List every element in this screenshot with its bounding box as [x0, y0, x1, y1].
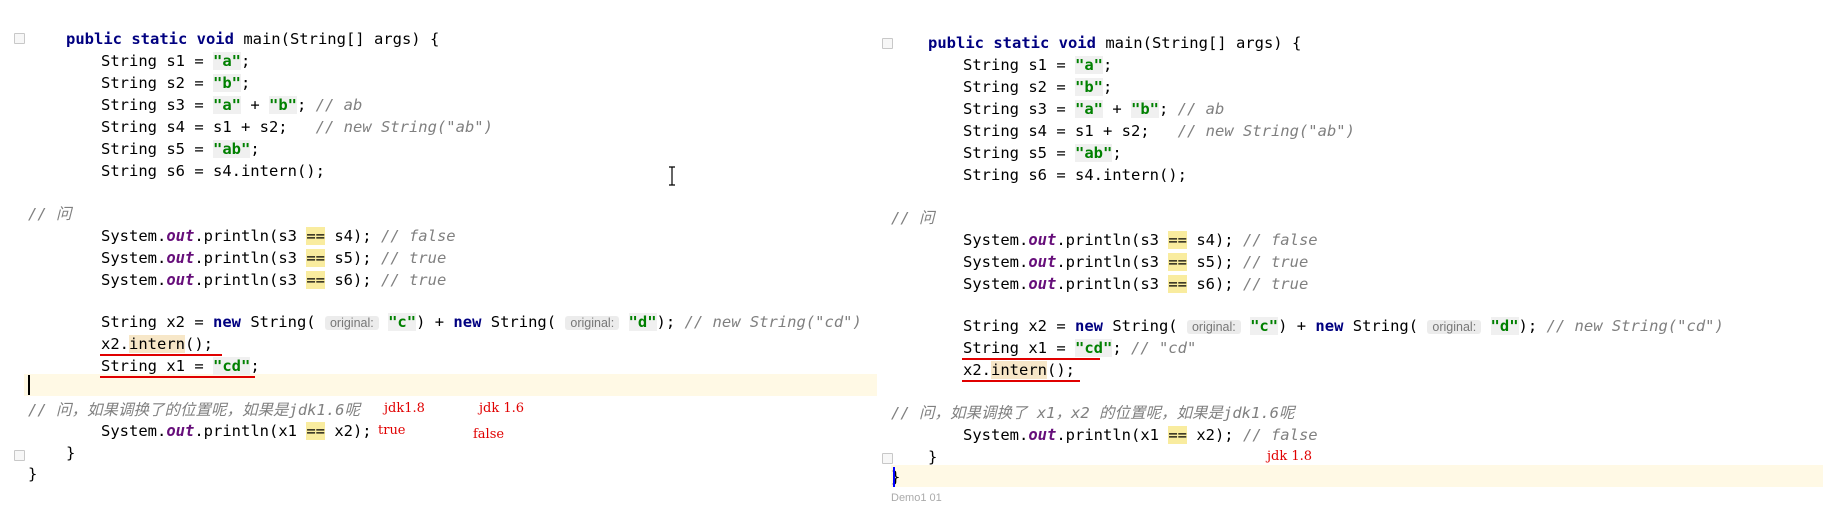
code-line[interactable]: String s3 = "a" + "b"; // ab [963, 98, 1224, 120]
code-line[interactable]: System.out.println(s3 == s6); // true [101, 269, 446, 291]
code-line[interactable]: x2.intern(); [963, 359, 1075, 381]
red-underline [962, 380, 1080, 382]
text-cursor-icon [669, 166, 675, 186]
code-comment-line[interactable]: // 问，如果调换了的位置呢，如果是jdk1.6呢 [28, 399, 360, 421]
code-line[interactable]: System.out.println(s3 == s4); // false [963, 229, 1318, 251]
code-line[interactable]: String s6 = s4.intern(); [963, 164, 1187, 186]
code-line[interactable]: String x2 = new String( original: "c") +… [963, 315, 1724, 337]
code-line[interactable]: System.out.println(s3 == s5); // true [101, 247, 446, 269]
code-comment-line[interactable]: // 问 [891, 207, 935, 229]
fold-icon[interactable] [14, 450, 25, 461]
code-line[interactable]: public static void main(String[] args) { [928, 32, 1301, 54]
text-caret [28, 375, 30, 395]
code-line[interactable]: String s4 = s1 + s2; // new String("ab") [101, 116, 493, 138]
fold-icon[interactable] [882, 38, 893, 49]
code-line[interactable]: String s1 = "a"; [101, 50, 250, 72]
code-line[interactable]: System.out.println(x1 == x2); [101, 420, 372, 442]
code-comment-line[interactable]: // 问 [28, 203, 72, 225]
code-line[interactable]: String x1 = "cd"; // "cd" [963, 337, 1196, 359]
code-line[interactable]: String x2 = new String( original: "c") +… [101, 311, 862, 333]
code-line[interactable]: String s5 = "ab"; [963, 142, 1122, 164]
code-line[interactable]: String s3 = "a" + "b"; // ab [101, 94, 362, 116]
code-line[interactable]: System.out.println(s3 == s5); // true [963, 251, 1308, 273]
code-line[interactable]: } [28, 463, 37, 485]
code-line[interactable]: String s2 = "b"; [963, 76, 1112, 98]
right-editor-pane[interactable]: public static void main(String[] args) {… [877, 0, 1823, 521]
code-line[interactable]: } [928, 446, 937, 468]
code-line[interactable]: String x1 = "cd"; [101, 355, 260, 377]
code-line[interactable]: String s6 = s4.intern(); [101, 160, 325, 182]
annotation-jdk16: jdk 1.6 [479, 401, 525, 416]
code-line[interactable]: String s5 = "ab"; [101, 138, 260, 160]
code-line[interactable]: String s4 = s1 + s2; // new String("ab") [963, 120, 1355, 142]
annotation-true: true [378, 423, 406, 438]
text-caret [893, 467, 895, 487]
code-line[interactable]: System.out.println(x1 == x2); // false [963, 424, 1318, 446]
annotation-false: false [473, 427, 505, 442]
code-line[interactable]: System.out.println(s3 == s6); // true [963, 273, 1308, 295]
red-underline [100, 376, 255, 378]
code-line[interactable]: } [66, 442, 75, 464]
fold-icon[interactable] [882, 453, 893, 464]
left-editor-pane[interactable]: public static void main(String[] args) {… [0, 0, 877, 521]
editor-gutter [0, 0, 24, 521]
code-line[interactable]: String s2 = "b"; [101, 72, 250, 94]
annotation-jdk18: jdk 1.8 [1267, 449, 1313, 464]
code-line[interactable]: public static void main(String[] args) { [66, 28, 439, 50]
code-line[interactable]: String s1 = "a"; [963, 54, 1112, 76]
current-line-highlight [891, 465, 1823, 487]
code-line[interactable]: x2.intern(); [101, 333, 213, 355]
code-line[interactable]: System.out.println(s3 == s4); // false [101, 225, 456, 247]
fold-icon[interactable] [14, 33, 25, 44]
code-comment-line[interactable]: // 问，如果调换了 x1，x2 的位置呢，如果是jdk1.6呢 [891, 402, 1294, 424]
annotation-jdk18: jdk1.8 [384, 401, 425, 416]
editor-gutter [877, 0, 901, 521]
status-text: Demo1 01 [891, 492, 942, 504]
